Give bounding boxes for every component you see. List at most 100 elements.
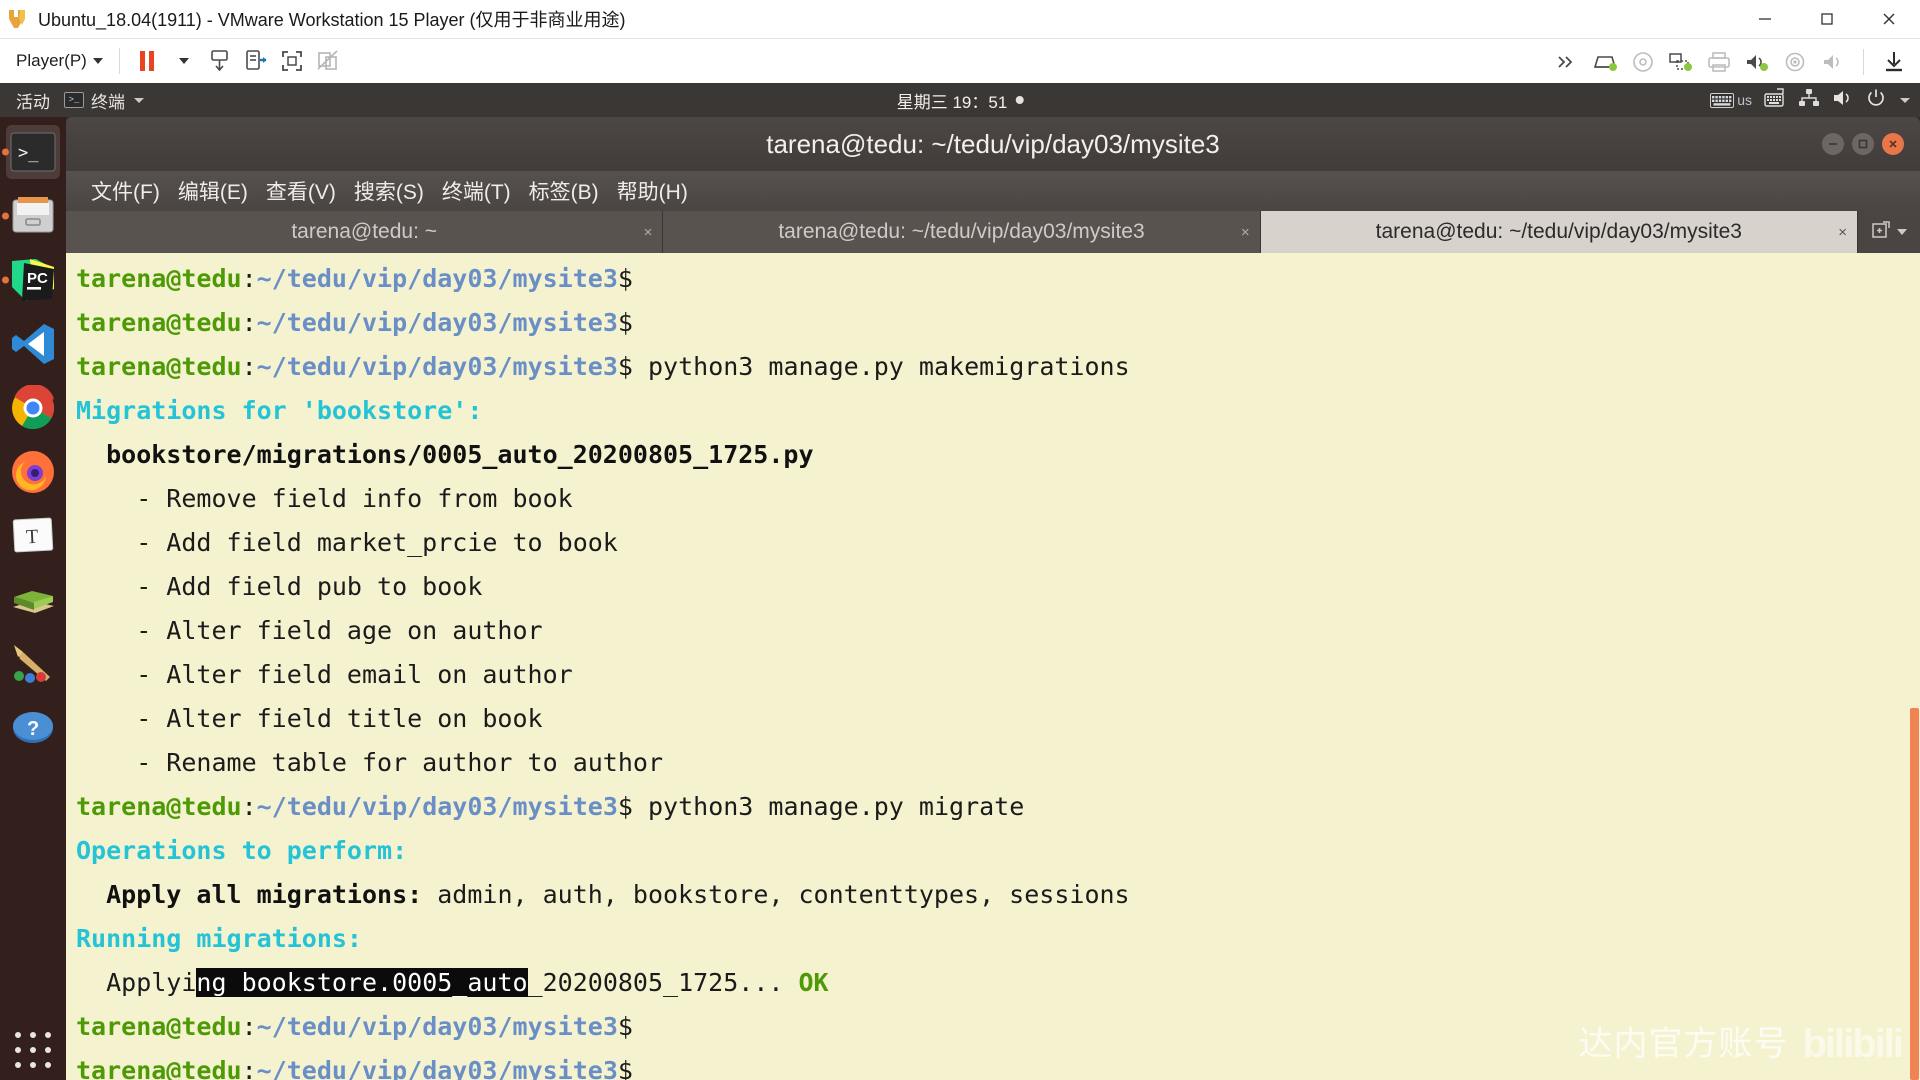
svg-text:?: ? xyxy=(27,718,39,740)
new-tab-icon[interactable] xyxy=(1871,220,1891,245)
system-status-area[interactable]: us xyxy=(1710,88,1910,113)
pause-button[interactable] xyxy=(130,45,166,77)
cd-dvd-icon[interactable] xyxy=(1625,46,1661,78)
power-icon[interactable] xyxy=(1866,88,1886,113)
prompt-user-host: tarena@tedu xyxy=(76,308,242,337)
prompt-user-host: tarena@tedu xyxy=(76,352,242,381)
terminal-command-line: tarena@tedu:~/tedu/vip/day03/mysite3$ py… xyxy=(76,785,1920,829)
guest-os-screen: 活动 >_ 终端 星期三 19：51 xyxy=(0,83,1920,1080)
onscreen-keyboard-icon[interactable] xyxy=(1764,88,1786,113)
terminal-line: tarena@tedu:~/tedu/vip/day03/mysite3$ xyxy=(76,1005,1920,1049)
menu-view[interactable]: 查看(V) xyxy=(257,174,345,208)
toolbar-divider-2 xyxy=(1863,49,1864,75)
selected-text[interactable]: ng bookstore.0005_auto xyxy=(196,968,527,997)
dock-item-chrome[interactable] xyxy=(6,381,60,435)
fullscreen-button[interactable] xyxy=(274,45,310,77)
terminal-line-heading: Running migrations: xyxy=(76,917,1920,961)
vmware-titlebar: Ubuntu_18.04(1911) - VMware Workstation … xyxy=(0,0,1920,38)
prompt-sigil: $ xyxy=(618,1012,633,1041)
prompt-sigil: $ xyxy=(618,352,633,381)
network-adapter-icon[interactable] xyxy=(1663,46,1699,78)
tab-close-icon[interactable]: × xyxy=(1241,224,1250,241)
menu-tabs[interactable]: 标签(B) xyxy=(520,174,608,208)
terminal-window-title: tarena@tedu: ~/tedu/vip/day03/mysite3 xyxy=(766,129,1220,160)
terminal-tabbar: tarena@tedu: ~ × tarena@tedu: ~/tedu/vip… xyxy=(66,211,1920,253)
terminal-maximize-button[interactable] xyxy=(1852,133,1874,155)
prompt-user-host: tarena@tedu xyxy=(76,792,242,821)
prompt-sigil: $ xyxy=(618,1056,633,1080)
activities-button[interactable]: 活动 xyxy=(0,88,64,113)
tab-close-icon[interactable]: × xyxy=(644,224,653,241)
terminal-scrollbar[interactable] xyxy=(1908,253,1920,1080)
manage-vm-button[interactable] xyxy=(238,45,274,77)
menu-search[interactable]: 搜索(S) xyxy=(345,174,433,208)
printer-icon[interactable] xyxy=(1701,46,1737,78)
terminal-line-heading: Operations to perform: xyxy=(76,829,1920,873)
pause-dropdown-button[interactable] xyxy=(166,45,202,77)
terminal-line-op: - Alter field title on book xyxy=(76,697,1920,741)
player-menu-button[interactable]: Player(P) xyxy=(10,49,109,73)
chevron-down-icon xyxy=(179,58,189,64)
player-menu-label: Player(P) xyxy=(16,51,87,71)
terminal-line-applying: Applying bookstore.0005_auto_20200805_17… xyxy=(76,961,1920,1005)
chevron-down-icon[interactable] xyxy=(1897,229,1907,235)
vmware-maximize-button[interactable] xyxy=(1796,0,1858,38)
dock-item-firefox[interactable] xyxy=(6,445,60,499)
show-applications-button[interactable] xyxy=(13,1030,53,1070)
svg-text:PC: PC xyxy=(27,270,48,287)
tab-mysite3-a[interactable]: tarena@tedu: ~/tedu/vip/day03/mysite3 × xyxy=(663,211,1260,253)
app-menu-button[interactable]: >_ 终端 xyxy=(64,88,144,113)
vmware-minimize-button[interactable] xyxy=(1734,0,1796,38)
system-menu-caret-icon[interactable] xyxy=(1900,98,1910,103)
ubuntu-top-bar: 活动 >_ 终端 星期三 19：51 xyxy=(0,83,1920,117)
dock-item-vscode[interactable] xyxy=(6,317,60,371)
clock-button[interactable]: 星期三 19：51 xyxy=(897,88,1024,113)
dock-item-paint[interactable] xyxy=(6,637,60,691)
tab-close-icon[interactable]: × xyxy=(1838,224,1847,241)
terminal-line-heading: Migrations for 'bookstore': xyxy=(76,389,1920,433)
speaker-icon[interactable] xyxy=(1815,46,1851,78)
dock-item-pycharm[interactable]: PC xyxy=(6,253,60,307)
tab-mysite3-b[interactable]: tarena@tedu: ~/tedu/vip/day03/mysite3 × xyxy=(1261,211,1858,253)
applying-status: OK xyxy=(799,968,829,997)
menu-file[interactable]: 文件(F) xyxy=(82,174,169,208)
network-icon[interactable] xyxy=(1798,89,1820,112)
terminal-output[interactable]: tarena@tedu:~/tedu/vip/day03/mysite3$ ta… xyxy=(66,253,1920,1080)
prompt-sigil: $ xyxy=(618,264,633,293)
volume-icon[interactable] xyxy=(1832,89,1854,112)
terminal-scrollbar-thumb[interactable] xyxy=(1910,708,1919,1080)
hard-disk-icon[interactable] xyxy=(1587,46,1623,78)
prompt-sigil: $ xyxy=(618,308,633,337)
vmware-close-button[interactable] xyxy=(1858,0,1920,38)
dock-item-terminal[interactable]: >_ xyxy=(6,125,60,179)
prompt-path: ~/tedu/vip/day03/mysite3 xyxy=(257,308,618,337)
dock-item-files[interactable] xyxy=(6,189,60,243)
vmware-status-icons xyxy=(1549,39,1912,84)
app-menu-label: 终端 xyxy=(91,88,125,113)
terminal-line: tarena@tedu:~/tedu/vip/day03/mysite3$ xyxy=(76,1049,1920,1080)
send-ctrl-alt-del-button[interactable] xyxy=(202,45,238,77)
terminal-icon: >_ xyxy=(64,92,84,108)
vmware-player-window: Ubuntu_18.04(1911) - VMware Workstation … xyxy=(0,0,1920,1080)
menu-terminal[interactable]: 终端(T) xyxy=(433,174,520,208)
vmware-window-controls xyxy=(1734,0,1920,38)
prompt-path: ~/tedu/vip/day03/mysite3 xyxy=(257,1012,618,1041)
prompt-colon: : xyxy=(242,308,257,337)
expand-icon[interactable] xyxy=(1549,46,1585,78)
download-icon[interactable] xyxy=(1876,46,1912,78)
tab-home[interactable]: tarena@tedu: ~ × xyxy=(66,211,663,253)
dock-item-help[interactable]: ? xyxy=(6,701,60,755)
terminal-minimize-button[interactable] xyxy=(1822,133,1844,155)
terminal-close-button[interactable] xyxy=(1882,133,1904,155)
keyboard-layout-icon[interactable]: us xyxy=(1710,92,1752,108)
terminal-window-controls xyxy=(1822,133,1904,155)
menu-help[interactable]: 帮助(H) xyxy=(608,174,697,208)
chevron-down-icon xyxy=(134,98,144,103)
dock-item-text-editor[interactable]: T xyxy=(6,509,60,563)
sound-card-icon[interactable] xyxy=(1739,46,1775,78)
prompt-path: ~/tedu/vip/day03/mysite3 xyxy=(257,352,618,381)
dock-item-books[interactable] xyxy=(6,573,60,627)
menu-edit[interactable]: 编辑(E) xyxy=(169,174,257,208)
unity-mode-button[interactable] xyxy=(310,45,346,77)
camera-icon[interactable] xyxy=(1777,46,1813,78)
